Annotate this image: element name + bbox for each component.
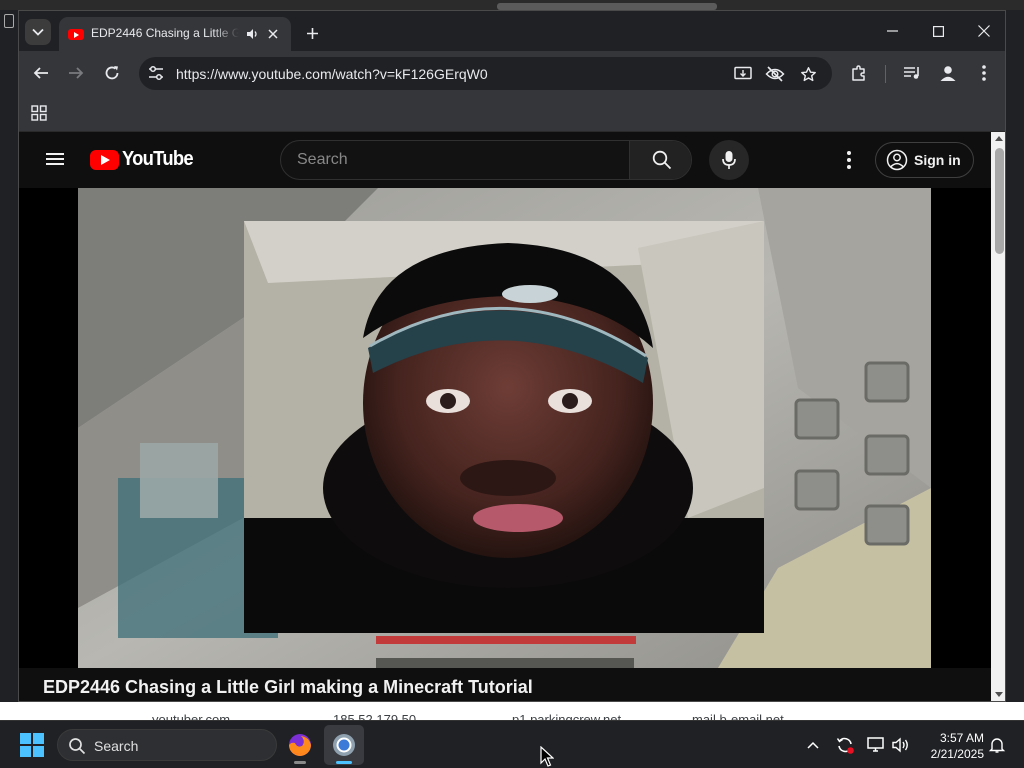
apps-grid-icon[interactable]	[31, 105, 47, 121]
media-controls-icon	[904, 67, 919, 79]
more-vert-icon	[982, 65, 986, 81]
mouse-cursor-icon	[540, 746, 554, 767]
volume-button[interactable]	[891, 735, 911, 755]
minimize-button[interactable]	[869, 11, 915, 51]
profile-icon	[940, 66, 956, 81]
background-window-handle	[497, 3, 717, 10]
settings-menu-button[interactable]	[837, 148, 861, 172]
tab-search-icon	[32, 28, 44, 36]
bell-icon	[988, 738, 1006, 753]
back-button[interactable]	[29, 61, 53, 85]
tab-search-button[interactable]	[25, 19, 51, 45]
clock-time: 3:57 AM	[939, 731, 984, 745]
taskbar-firefox[interactable]	[280, 725, 320, 765]
browser-window: EDP2446 Chasing a Little Girl making a M…	[18, 10, 1006, 702]
new-tab-button[interactable]	[301, 22, 323, 44]
tab-title: EDP2446 Chasing a Little Girl making a M…	[91, 26, 239, 40]
system-clock[interactable]: 3:57 AM 2/21/2025	[920, 730, 984, 762]
background-window-icon	[4, 14, 14, 28]
tab-strip: EDP2446 Chasing a Little Girl making a M…	[19, 11, 1005, 51]
search-button[interactable]	[629, 141, 691, 179]
windows-taskbar: Search 3:57 AM 2/21/2025	[0, 720, 1024, 768]
background-page-text-row: youtuber.com 185.52.179.50 p1.parkingcre…	[0, 702, 1024, 727]
back-arrow-icon	[33, 67, 48, 79]
extensions-button[interactable]	[848, 62, 870, 84]
maximize-icon	[932, 25, 944, 37]
sync-status-button[interactable]	[835, 735, 855, 755]
star-icon	[800, 66, 816, 81]
chrome-icon	[333, 734, 355, 756]
taskbar-search-label: Search	[94, 738, 139, 754]
video-frame[interactable]	[78, 188, 931, 668]
youtube-logo[interactable]: YouTube	[90, 148, 194, 171]
hamburger-menu-icon[interactable]	[43, 150, 67, 170]
show-hidden-icons-button[interactable]	[803, 735, 823, 755]
browser-toolbar: https://www.youtube.com/watch?v=kF126GEr…	[19, 51, 1005, 95]
bookmark-star-button[interactable]	[798, 64, 818, 84]
tab-close-button[interactable]	[265, 26, 281, 42]
search-icon	[69, 738, 86, 755]
notifications-button[interactable]	[987, 735, 1007, 755]
video-frame-image	[78, 188, 931, 668]
site-settings-icon[interactable]	[147, 64, 165, 82]
youtube-logo-text: YouTube	[122, 148, 194, 170]
bookmarks-bar	[19, 95, 1005, 132]
close-icon	[268, 29, 278, 39]
toolbar-divider	[885, 65, 886, 83]
minimize-icon	[886, 30, 898, 32]
chrome-running-indicator	[336, 761, 352, 764]
search-input[interactable]	[281, 141, 629, 179]
taskbar-chrome[interactable]	[324, 725, 364, 765]
profile-button[interactable]	[937, 62, 959, 84]
microphone-icon	[722, 151, 736, 169]
youtube-page: YouTube Sign in	[19, 132, 991, 701]
firefox-icon	[289, 734, 311, 756]
user-circle-icon	[886, 149, 908, 171]
forward-button[interactable]	[64, 61, 88, 85]
active-tab[interactable]: EDP2446 Chasing a Little Girl making a M…	[59, 17, 291, 51]
plus-icon	[306, 27, 318, 39]
install-app-button[interactable]	[733, 64, 753, 84]
reload-icon	[105, 66, 119, 80]
maximize-button[interactable]	[915, 11, 961, 51]
network-icon	[867, 737, 884, 752]
address-bar[interactable]: https://www.youtube.com/watch?v=kF126GEr…	[139, 57, 832, 90]
browser-menu-button[interactable]	[973, 62, 995, 84]
sign-in-button[interactable]: Sign in	[875, 142, 974, 178]
window-close-button[interactable]	[961, 11, 1005, 51]
url-text[interactable]: https://www.youtube.com/watch?v=kF126GEr…	[176, 66, 488, 82]
sync-icon	[836, 737, 854, 754]
reload-button[interactable]	[100, 61, 124, 85]
youtube-masthead: YouTube Sign in	[19, 132, 991, 188]
tracking-protection-button[interactable]	[765, 64, 785, 84]
scrollbar-thumb[interactable]	[995, 148, 1004, 254]
audio-playing-icon[interactable]	[245, 27, 259, 41]
eye-off-icon	[765, 66, 785, 82]
search-box	[280, 140, 692, 180]
firefox-running-indicator	[294, 761, 306, 764]
network-status-button[interactable]	[866, 735, 886, 755]
video-player[interactable]	[19, 188, 991, 668]
background-window-titlebar	[0, 0, 1024, 10]
volume-icon	[892, 737, 908, 753]
sign-in-label: Sign in	[914, 152, 961, 168]
windows-logo-icon[interactable]	[20, 733, 44, 757]
page-scrollbar[interactable]	[991, 132, 1005, 701]
scroll-up-arrow[interactable]	[995, 136, 1003, 141]
close-icon	[978, 25, 990, 37]
forward-arrow-icon	[69, 67, 84, 79]
media-controls-button[interactable]	[901, 62, 923, 84]
youtube-favicon	[68, 29, 84, 40]
youtube-play-logo-icon	[90, 150, 119, 170]
extensions-icon	[852, 65, 865, 81]
scroll-down-arrow[interactable]	[995, 692, 1003, 697]
taskbar-search[interactable]: Search	[57, 729, 277, 761]
voice-search-button[interactable]	[709, 140, 749, 180]
search-icon	[652, 150, 671, 170]
install-app-icon	[734, 66, 752, 80]
video-title: EDP2446 Chasing a Little Girl making a M…	[43, 677, 533, 697]
chevron-up-icon	[807, 741, 819, 749]
clock-date: 2/21/2025	[930, 747, 984, 761]
